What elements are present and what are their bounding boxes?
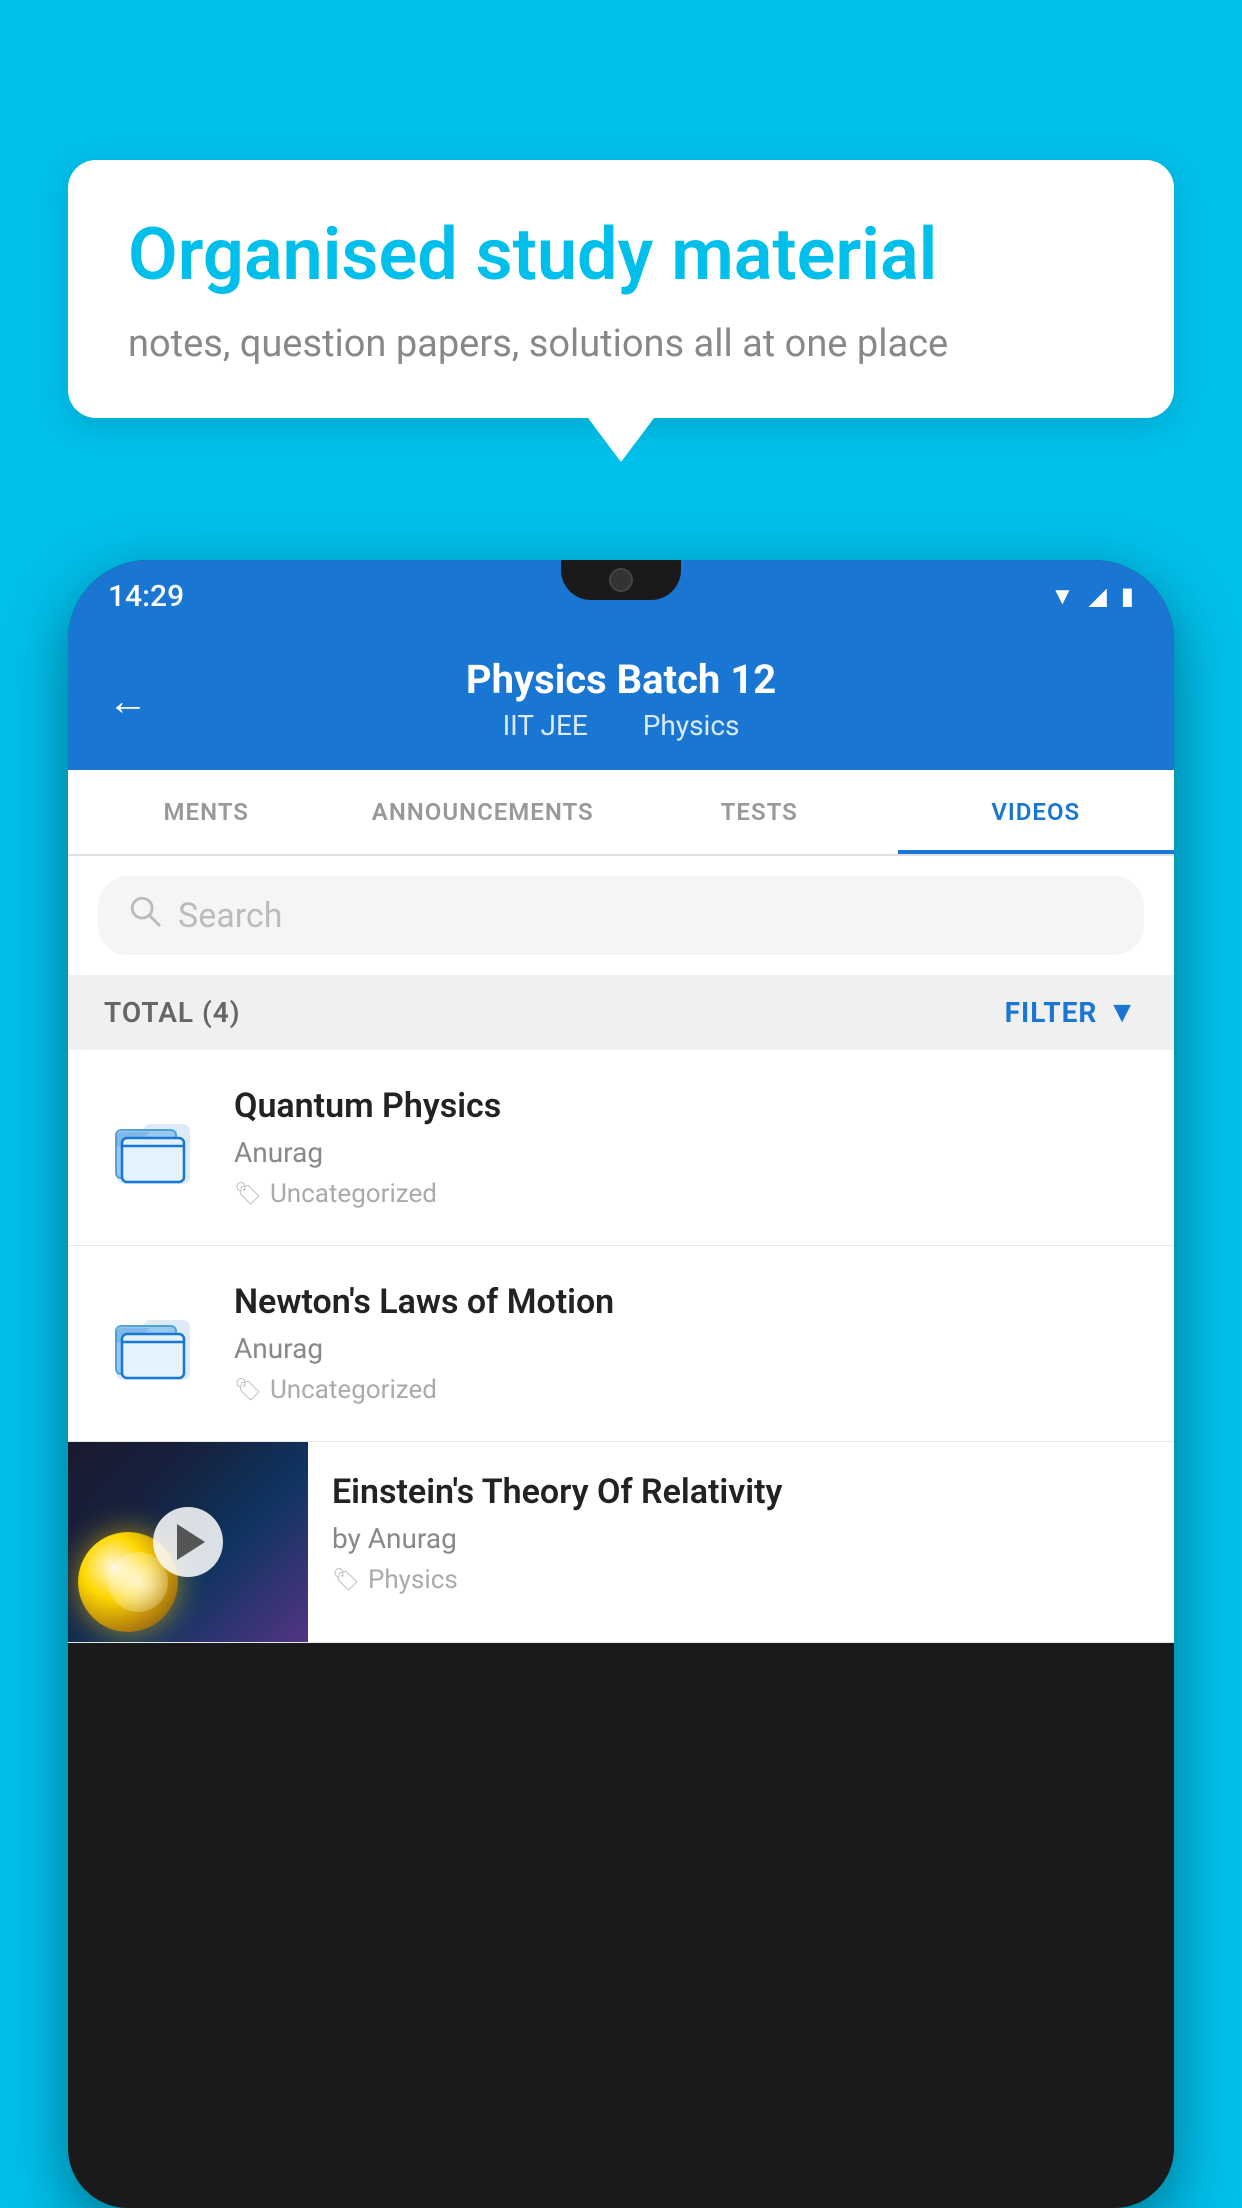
battery-icon: ▮ [1121,582,1134,610]
status-icons: ▼ ◢ ▮ [1051,582,1134,611]
item-title: Newton's Laws of Motion [234,1282,1138,1322]
tab-videos[interactable]: VIDEOS [898,770,1175,854]
bubble-title: Organised study material [128,212,1114,298]
item-details: Quantum Physics Anurag 🏷 Uncategorized [234,1086,1138,1209]
video-thumbnail [68,1442,308,1642]
item-author: Anurag [234,1136,1138,1169]
tag-icon: 🏷 [332,1568,360,1593]
item-author: Anurag [234,1332,1138,1365]
search-placeholder: Search [178,896,282,936]
subtitle-iit: IIT JEE [503,709,588,742]
tag-icon: 🏷 [234,1378,262,1403]
total-count: TOTAL (4) [104,996,241,1029]
front-camera [609,568,633,592]
status-time: 14:29 [108,579,184,614]
wifi-icon: ▼ [1051,582,1075,611]
tag-label: Uncategorized [270,1179,437,1209]
notch [561,560,681,600]
subtitle-physics: Physics [643,709,740,742]
signal-icon: ◢ [1088,582,1106,610]
search-box[interactable]: Search [98,876,1144,955]
tag-label: Physics [368,1565,458,1595]
list-item[interactable]: Quantum Physics Anurag 🏷 Uncategorized [68,1050,1174,1246]
item-title: Quantum Physics [234,1086,1138,1126]
folder-icon [104,1294,204,1394]
item-tag: 🏷 Uncategorized [234,1179,1138,1209]
app-bar: ← Physics Batch 12 IIT JEE Physics [68,632,1174,770]
filter-label: FILTER [1005,996,1098,1029]
search-container: Search [68,856,1174,975]
tabs-bar: MENTS ANNOUNCEMENTS TESTS VIDEOS [68,770,1174,856]
speech-bubble: Organised study material notes, question… [68,160,1174,418]
play-button[interactable] [153,1507,223,1577]
tab-ments[interactable]: MENTS [68,770,345,854]
item-tag: 🏷 Uncategorized [234,1375,1138,1405]
tab-tests[interactable]: TESTS [621,770,898,854]
video-details: Einstein's Theory Of Relativity by Anura… [308,1442,1174,1625]
video-author: by Anurag [332,1522,1144,1555]
search-icon [128,894,162,937]
app-bar-title: Physics Batch 12 [108,656,1134,703]
app-bar-subtitle: IIT JEE Physics [108,709,1134,742]
content-list: Quantum Physics Anurag 🏷 Uncategorized [68,1050,1174,1643]
back-button[interactable]: ← [108,678,148,725]
play-icon [177,1524,205,1560]
filter-bar: TOTAL (4) FILTER ▼ [68,975,1174,1050]
status-bar: 14:29 ▼ ◢ ▮ [68,560,1174,632]
bubble-subtitle: notes, question papers, solutions all at… [128,322,1114,366]
item-details: Newton's Laws of Motion Anurag 🏷 Uncateg… [234,1282,1138,1405]
video-title: Einstein's Theory Of Relativity [332,1472,1144,1512]
folder-icon [104,1098,204,1198]
video-tag: 🏷 Physics [332,1565,1144,1595]
tab-announcements[interactable]: ANNOUNCEMENTS [345,770,622,854]
video-list-item[interactable]: Einstein's Theory Of Relativity by Anura… [68,1442,1174,1643]
list-item[interactable]: Newton's Laws of Motion Anurag 🏷 Uncateg… [68,1246,1174,1442]
filter-button[interactable]: FILTER ▼ [1005,995,1138,1030]
filter-icon: ▼ [1107,995,1138,1030]
tag-label: Uncategorized [270,1375,437,1405]
tag-icon: 🏷 [234,1182,262,1207]
phone-frame: 14:29 ▼ ◢ ▮ ← Physics Batch 12 IIT JEE P… [68,560,1174,2208]
